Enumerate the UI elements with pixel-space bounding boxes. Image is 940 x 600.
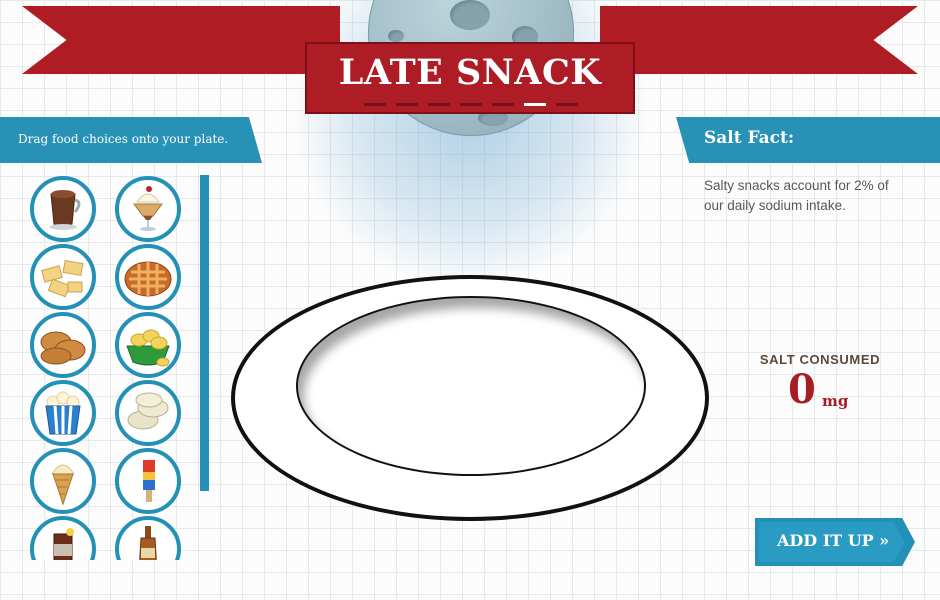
hot-chocolate-icon [49,190,81,230]
step-dash [428,103,450,106]
food-item-cookies[interactable] [30,312,96,378]
salt-consumed-unit: mg [822,392,849,410]
food-scrollbar[interactable] [200,175,209,491]
food-item-pie[interactable] [115,244,181,310]
salt-consumed-value: 0 [788,366,816,413]
food-item-rice-cakes[interactable] [115,380,181,446]
plate-inner-rim [296,296,646,476]
root-beer-icon [53,528,74,560]
food-item-popsicle[interactable] [115,448,181,514]
food-item-sundae[interactable] [115,176,181,242]
step-dash [556,103,578,106]
salt-fact-heading: Salt Fact: [704,128,795,148]
banner-ribbon-right [600,6,918,74]
food-item-bottle[interactable] [115,516,181,560]
ice-cream-cone-icon [51,464,75,506]
add-it-up-label: ADD IT UP » [777,531,890,550]
pie-icon [124,261,172,297]
food-item-popcorn[interactable] [30,380,96,446]
step-dash [492,103,514,106]
salt-consumed-label: SALT CONSUMED [759,352,881,367]
ice-cream-sundae-icon [133,186,163,231]
food-item-ice-cream-cone[interactable] [30,448,96,514]
food-item-chips[interactable] [115,312,181,378]
banner-ribbon-left [22,6,340,74]
cookies-icon [40,331,86,365]
potato-chips-icon [126,329,170,367]
food-item-cheese-crackers[interactable] [30,244,96,310]
popcorn-icon [45,391,81,435]
popsicle-icon [143,460,155,502]
page-title: LATE SNACK [338,52,602,93]
step-dash [364,103,386,106]
step-dash [460,103,482,106]
bottle-icon [139,526,157,560]
instructions-text: Drag food choices onto your plate. [18,132,229,146]
rice-cakes-icon [127,392,169,430]
step-dash [524,103,546,106]
food-item-root-beer[interactable] [30,516,96,560]
food-choices-panel [0,170,215,560]
step-dash [396,103,418,106]
cheese-crackers-icon [41,259,84,298]
salt-fact-body: Salty snacks account for 2% of our daily… [704,178,889,213]
add-it-up-button[interactable]: ADD IT UP » [755,518,915,566]
food-item-hot-chocolate[interactable] [30,176,96,242]
